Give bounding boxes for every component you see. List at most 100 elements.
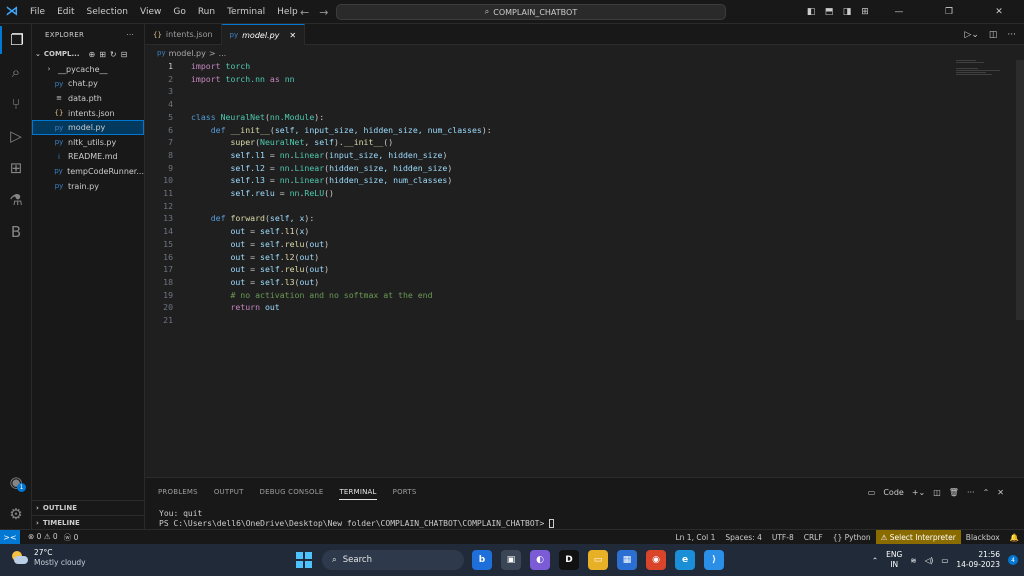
blackbox-icon[interactable]: B bbox=[0, 218, 32, 246]
language-indicator[interactable]: ENG IN bbox=[886, 550, 902, 570]
editor-scrollbar[interactable] bbox=[1016, 60, 1024, 320]
maximize-panel-icon[interactable]: ⌃ bbox=[983, 488, 990, 497]
new-folder-icon[interactable]: ⊞ bbox=[99, 50, 106, 59]
code-line[interactable]: 11 self.relu = nn.ReLU() bbox=[145, 187, 945, 200]
more-actions-icon[interactable]: ··· bbox=[126, 31, 134, 39]
task-view-icon[interactable]: ▣ bbox=[501, 550, 521, 570]
tree-item[interactable]: py model.py bbox=[32, 120, 144, 135]
code-line[interactable]: 1 import torch bbox=[145, 60, 945, 73]
new-file-icon[interactable]: ⊕ bbox=[89, 50, 96, 59]
vscode-icon[interactable]: ⟩ bbox=[704, 550, 724, 570]
tree-item[interactable]: › __pycache__ bbox=[32, 62, 144, 77]
panel-tab-problems[interactable]: PROBLEMS bbox=[158, 484, 198, 500]
minimize-button[interactable]: — bbox=[876, 7, 922, 17]
battery-icon[interactable]: ▭ bbox=[941, 556, 948, 565]
explorer-icon[interactable]: ❐ bbox=[0, 26, 32, 54]
menu-item-file[interactable]: File bbox=[24, 0, 51, 24]
code-line[interactable]: 2 import torch.nn as nn bbox=[145, 73, 945, 86]
settings-icon[interactable]: ⚙ bbox=[0, 500, 32, 528]
file-explorer-icon[interactable]: ▭ bbox=[588, 550, 608, 570]
timeline-section[interactable]: › TIMELINE bbox=[32, 515, 145, 530]
source-control-icon[interactable]: ⑂ bbox=[0, 90, 32, 118]
blackbox-status[interactable]: Blackbox bbox=[961, 533, 1005, 542]
code-editor[interactable]: 1 import torch 2 import torch.nn as nn 3 4 5 cl… bbox=[145, 60, 1024, 477]
code-line[interactable]: 9 self.l2 = nn.Linear(hidden_size, hidde… bbox=[145, 162, 945, 175]
back-arrow-icon[interactable]: ← bbox=[300, 6, 309, 19]
ports-count[interactable]: ⓦ 0 bbox=[64, 532, 79, 543]
wifi-icon[interactable]: ≋ bbox=[910, 556, 916, 565]
store-icon[interactable]: ▦ bbox=[617, 550, 637, 570]
remote-indicator-icon[interactable]: >< bbox=[0, 529, 20, 545]
breadcrumb-rest[interactable]: ... bbox=[219, 49, 227, 58]
tree-item[interactable]: py chat.py bbox=[32, 77, 144, 92]
status-item[interactable]: Ln 1, Col 1 bbox=[670, 533, 720, 542]
chrome-icon[interactable]: ◉ bbox=[646, 550, 666, 570]
outline-section[interactable]: › OUTLINE bbox=[32, 500, 145, 515]
forward-arrow-icon[interactable]: → bbox=[319, 6, 328, 19]
volume-icon[interactable]: ◁) bbox=[925, 556, 934, 565]
code-line[interactable]: 17 out = self.relu(out) bbox=[145, 263, 945, 276]
menu-item-selection[interactable]: Selection bbox=[81, 0, 134, 24]
refresh-icon[interactable]: ↻ bbox=[110, 50, 117, 59]
collapse-icon[interactable]: ⊟ bbox=[121, 50, 128, 59]
terminal-prompt[interactable]: PS C:\Users\dell6\OneDrive\Desktop\New f… bbox=[159, 519, 555, 528]
edge-icon[interactable]: e bbox=[675, 550, 695, 570]
select-interpreter-button[interactable]: ⚠ Select Interpreter bbox=[875, 530, 961, 545]
code-line[interactable]: 6 def __init__(self, input_size, hidden_… bbox=[145, 124, 945, 137]
more-actions-icon[interactable]: ··· bbox=[967, 488, 975, 497]
menu-item-terminal[interactable]: Terminal bbox=[221, 0, 271, 24]
accounts-icon[interactable]: ◉ 1 bbox=[0, 468, 32, 496]
code-line[interactable]: 18 out = self.l3(out) bbox=[145, 276, 945, 289]
tab-intents-json[interactable]: {} intents.json bbox=[145, 24, 222, 45]
code-line[interactable]: 21 bbox=[145, 314, 945, 327]
tree-item[interactable]: ≡ data.pth bbox=[32, 91, 144, 106]
code-line[interactable]: 13 def forward(self, x): bbox=[145, 212, 945, 225]
run-icon[interactable]: ▷⌄ bbox=[964, 30, 978, 40]
code-line[interactable]: 3 bbox=[145, 85, 945, 98]
panel-tab-output[interactable]: OUTPUT bbox=[214, 484, 244, 500]
split-terminal-icon[interactable]: ◫ bbox=[933, 488, 941, 497]
split-editor-icon[interactable]: ◫ bbox=[989, 30, 998, 40]
menu-item-edit[interactable]: Edit bbox=[51, 0, 80, 24]
trash-icon[interactable]: 🗑 bbox=[949, 488, 959, 497]
tree-item[interactable]: py tempCodeRunner... bbox=[32, 164, 144, 179]
testing-icon[interactable]: ⚗ bbox=[0, 186, 32, 214]
problems-count[interactable]: ⊗ 0 ⚠ 0 bbox=[28, 532, 58, 543]
weather-widget[interactable]: 27°C Mostly cloudy bbox=[10, 548, 86, 568]
windows-start-icon[interactable] bbox=[296, 552, 312, 568]
toggle-panel-icon[interactable]: ⬒ bbox=[822, 7, 836, 17]
panel-tab-terminal[interactable]: TERMINAL bbox=[339, 484, 377, 500]
chevron-up-icon[interactable]: ⌃ bbox=[872, 556, 878, 565]
terminal-shell-name[interactable]: Code bbox=[883, 488, 903, 497]
code-line[interactable]: 4 bbox=[145, 98, 945, 111]
toggle-secondary-sidebar-icon[interactable]: ◨ bbox=[840, 7, 854, 17]
bing-icon[interactable]: b bbox=[472, 550, 492, 570]
code-line[interactable]: 5 class NeuralNet(nn.Module): bbox=[145, 111, 945, 124]
taskbar-search[interactable]: ⌕ Search bbox=[322, 550, 464, 570]
tree-item[interactable]: py train.py bbox=[32, 179, 144, 194]
extensions-icon[interactable]: ⊞ bbox=[0, 154, 32, 182]
workspace-folder[interactable]: ⌄ COMPL... ⊕ ⊞ ↻ ⊟ bbox=[32, 46, 144, 62]
toggle-sidebar-icon[interactable]: ◧ bbox=[804, 7, 818, 17]
clock[interactable]: 21:56 14-09-2023 bbox=[956, 550, 1000, 570]
panel-tab-debug-console[interactable]: DEBUG CONSOLE bbox=[260, 484, 324, 500]
dell-icon[interactable]: D bbox=[559, 550, 579, 570]
tree-item[interactable]: i README.md bbox=[32, 150, 144, 165]
code-line[interactable]: 14 out = self.l1(x) bbox=[145, 225, 945, 238]
menu-item-help[interactable]: Help bbox=[271, 0, 304, 24]
notification-badge[interactable]: 4 bbox=[1008, 555, 1018, 565]
new-terminal-icon[interactable]: +⌄ bbox=[912, 488, 925, 497]
close-window-button[interactable]: ✕ bbox=[976, 7, 1022, 17]
more-actions-icon[interactable]: ··· bbox=[1007, 30, 1016, 40]
menu-item-run[interactable]: Run bbox=[192, 0, 221, 24]
code-line[interactable]: 15 out = self.relu(out) bbox=[145, 238, 945, 251]
tree-item[interactable]: py nltk_utils.py bbox=[32, 135, 144, 150]
meet-icon[interactable]: ◐ bbox=[530, 550, 550, 570]
panel-tab-ports[interactable]: PORTS bbox=[393, 484, 417, 500]
minimap[interactable] bbox=[956, 60, 1008, 80]
code-line[interactable]: 19 # no activation and no softmax at the… bbox=[145, 289, 945, 302]
code-line[interactable]: 10 self.l3 = nn.Linear(hidden_size, num_… bbox=[145, 174, 945, 187]
tree-item[interactable]: {} intents.json bbox=[32, 106, 144, 121]
code-line[interactable]: 8 self.l1 = nn.Linear(input_size, hidden… bbox=[145, 149, 945, 162]
close-icon[interactable]: ✕ bbox=[289, 31, 296, 40]
